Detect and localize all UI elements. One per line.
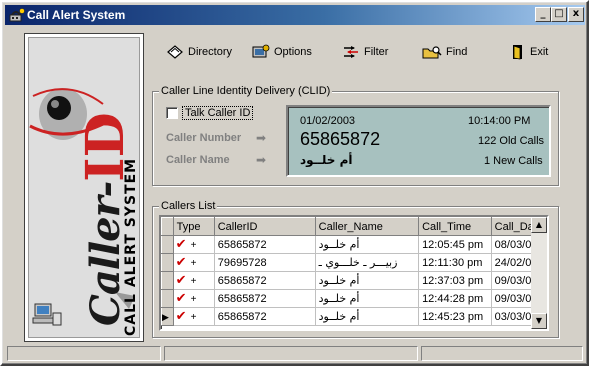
type-value: + xyxy=(190,312,197,323)
checkmark-icon: ✔ xyxy=(175,291,187,306)
caller-name-cell: أم خلــود xyxy=(315,289,420,308)
display-time: 10:14:00 PM xyxy=(468,115,531,127)
checkmark-icon: ✔ xyxy=(175,255,187,270)
row-indicator[interactable] xyxy=(161,253,174,272)
column-header-caller-name[interactable]: Caller_Name xyxy=(314,217,420,236)
caller-name-cell: أم خلــود xyxy=(315,307,420,326)
type-value: + xyxy=(190,294,197,305)
exit-door-icon xyxy=(513,45,522,60)
minimize-button[interactable]: _ xyxy=(535,7,551,22)
display-new-calls: 1 New Calls xyxy=(484,155,543,167)
table-row[interactable]: ✔ +79695728 زبيـــر ـ خلـــوي ـ 12:11:30 pm… xyxy=(161,253,547,272)
options-button[interactable]: Options xyxy=(252,43,312,61)
type-value: + xyxy=(190,240,197,251)
row-indicator[interactable] xyxy=(161,289,174,308)
scroll-up-icon[interactable]: ▲ xyxy=(531,217,547,233)
display-date: 01/02/2003 xyxy=(300,115,356,127)
table-row[interactable]: ✔ +65865872 أم خلــود 12:37:03 pm 09/03/01 xyxy=(161,271,547,290)
find-icon xyxy=(422,46,442,59)
table-header-row: Type CallerID Caller_Name Call_Time Call… xyxy=(161,217,547,236)
exit-button[interactable]: Exit xyxy=(510,43,548,61)
caller-id-cell: 65865872 xyxy=(214,271,316,290)
scroll-down-icon[interactable]: ▼ xyxy=(531,313,547,329)
caller-name-cell: أم خلــود xyxy=(315,271,420,290)
display-caller-name: أم خلــود xyxy=(300,153,353,167)
logo-panel: Caller- ID CALL ALERT SYSTEM xyxy=(24,33,144,342)
status-panel-1 xyxy=(7,346,161,361)
row-indicator-header xyxy=(161,217,174,236)
clid-display: 01/02/2003 10:14:00 PM 65865872 122 Old … xyxy=(286,105,551,177)
type-value: + xyxy=(190,258,197,269)
callers-grid[interactable]: Type CallerID Caller_Name Call_Time Call… xyxy=(159,215,549,331)
directory-label: Directory xyxy=(188,46,233,58)
caller-id-cell: 65865872 xyxy=(214,235,316,254)
status-panel-3 xyxy=(421,346,583,361)
type-cell: ✔ + xyxy=(173,289,215,308)
caller-name-cell: أم خلــود xyxy=(315,235,420,254)
type-cell: ✔ + xyxy=(173,235,215,254)
filter-button[interactable]: Filter xyxy=(342,43,388,61)
talk-caller-id-label[interactable]: Talk Caller ID xyxy=(182,106,254,120)
caller-id-cell: 79695728 xyxy=(214,253,316,272)
checkmark-icon: ✔ xyxy=(175,237,187,252)
type-value: + xyxy=(190,276,197,287)
caller-id-cell: 65865872 xyxy=(214,289,316,308)
maximize-button[interactable]: □ xyxy=(551,7,567,22)
column-header-type[interactable]: Type xyxy=(172,217,215,236)
checkmark-icon: ✔ xyxy=(175,309,187,324)
caller-id-cell: 65865872 xyxy=(214,307,316,326)
logo-tagline: CALL ALERT SYSTEM xyxy=(123,157,139,336)
status-panel-2 xyxy=(164,346,418,361)
clid-legend: Caller Line Identity Delivery (CLID) xyxy=(159,85,333,97)
call-time-cell: 12:11:30 pm xyxy=(418,253,492,272)
type-cell: ✔ + xyxy=(173,271,215,290)
computer-icon xyxy=(32,303,62,326)
checkmark-icon: ✔ xyxy=(175,273,187,288)
table-row[interactable]: ✔ +65865872 أم خلــود 12:05:45 pm 08/03/01 xyxy=(161,235,547,254)
window-title: Call Alert System xyxy=(27,8,126,22)
display-old-calls: 122 Old Calls xyxy=(478,135,545,147)
column-header-call-time[interactable]: Call_Time xyxy=(418,217,492,236)
filter-icon xyxy=(344,46,358,58)
display-caller-number: 65865872 xyxy=(300,129,381,149)
type-cell: ✔ + xyxy=(173,253,215,272)
caller-name-arrow-icon: ➡ xyxy=(256,153,267,167)
row-indicator[interactable] xyxy=(161,235,174,254)
call-time-cell: 12:37:03 pm xyxy=(418,271,492,290)
title-bar[interactable]: Call Alert System _ □ x xyxy=(5,5,585,25)
app-phone-icon xyxy=(9,8,25,22)
talk-caller-id-checkbox[interactable] xyxy=(166,107,178,119)
callers-table: Type CallerID Caller_Name Call_Time Call… xyxy=(161,217,547,326)
directory-button[interactable]: Directory xyxy=(166,43,232,61)
caller-number-arrow-icon: ➡ xyxy=(256,131,267,145)
call-time-cell: 12:44:28 pm xyxy=(418,289,492,308)
current-row-pointer-icon: ▶ xyxy=(162,312,169,323)
find-label: Find xyxy=(446,46,468,58)
call-time-cell: 12:45:23 pm xyxy=(418,307,492,326)
call-time-cell: 12:05:45 pm xyxy=(418,235,492,254)
type-cell: ✔ + xyxy=(173,307,215,326)
find-button[interactable]: Find xyxy=(422,43,467,61)
caller-name-cell: زبيـــر ـ خلـــوي ـ xyxy=(315,253,420,272)
table-row[interactable]: ✔ +65865872 أم خلــود 12:44:28 pm 09/03/01 xyxy=(161,289,547,308)
main-window: Call Alert System _ □ x Caller- ID CALL … xyxy=(0,0,589,366)
table-row[interactable]: ▶ ✔ +65865872 أم خلــود 12:45:23 pm 03/03/01 xyxy=(161,307,547,326)
options-icon xyxy=(252,44,270,58)
row-indicator[interactable]: ▶ xyxy=(161,307,174,326)
caller-number-label: Caller Number xyxy=(166,132,242,144)
grid-vertical-scrollbar[interactable]: ▲ ▼ xyxy=(531,217,547,329)
directory-icon xyxy=(167,45,183,59)
row-indicator[interactable] xyxy=(161,271,174,290)
callers-list-legend: Callers List xyxy=(159,200,218,212)
exit-label: Exit xyxy=(530,46,549,58)
caller-name-label: Caller Name xyxy=(166,154,230,166)
options-label: Options xyxy=(274,46,312,58)
column-header-callerid[interactable]: CallerID xyxy=(213,217,316,236)
filter-label: Filter xyxy=(364,46,389,58)
close-button[interactable]: x xyxy=(568,7,584,22)
